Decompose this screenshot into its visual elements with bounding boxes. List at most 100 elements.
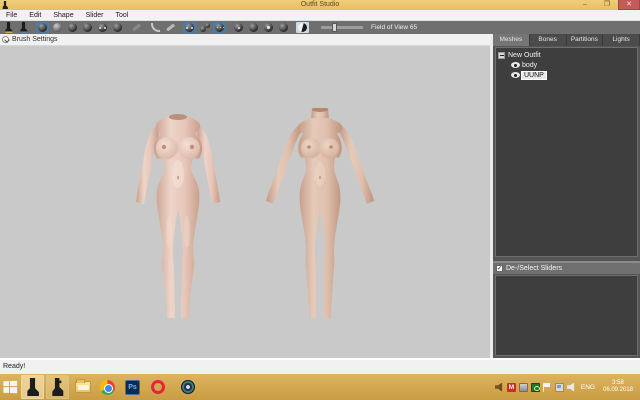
field-of-view-slider[interactable] (321, 26, 363, 29)
taskbar-app-chrome[interactable] (96, 375, 119, 399)
load-project-button[interactable] (2, 22, 15, 33)
select-sliders-label: De-/Select Sliders (506, 265, 562, 272)
volume-icon[interactable] (567, 383, 576, 392)
photoshop-icon: Ps (125, 380, 140, 395)
mesh-uunp[interactable] (260, 108, 380, 336)
menu-edit[interactable]: Edit (23, 10, 47, 21)
save-project-button[interactable] (17, 22, 30, 33)
pairs-toggle[interactable] (198, 22, 211, 33)
rotate-view-button[interactable] (149, 22, 162, 33)
move-brush-button[interactable] (96, 22, 109, 33)
restore-button[interactable]: ❐ (596, 0, 618, 10)
protractor-icon (151, 23, 160, 32)
tab-meshes[interactable]: Meshes (493, 34, 530, 46)
toolbar: Field of View 65 (0, 21, 640, 34)
eye-icon[interactable] (511, 62, 520, 68)
select-sliders-checkbox[interactable]: ✓ (496, 265, 503, 272)
inflate-brush-button[interactable] (66, 22, 79, 33)
mask-visibility-toggle[interactable] (296, 22, 309, 33)
target-icon (181, 380, 195, 394)
slider-list[interactable] (495, 275, 638, 356)
sphere-two-dots-icon (185, 23, 194, 32)
system-tray: M ENG 3:58 06.09.2018 (495, 374, 640, 400)
mask-brush-button[interactable] (51, 22, 64, 33)
tab-partitions[interactable]: Partitions (567, 34, 604, 46)
taskbar-app-circular[interactable] (176, 375, 199, 399)
circle-dot-icon (264, 23, 273, 32)
tree-item-uunp-label: UUNP (522, 72, 546, 79)
sphere-icon (249, 23, 258, 32)
weight-brush-button[interactable] (130, 22, 143, 33)
tree-item-uunp[interactable]: UUNP (498, 70, 637, 80)
fov-slider-thumb[interactable] (332, 23, 337, 32)
taskbar-app-file-explorer[interactable] (71, 375, 94, 399)
sphere-icon (279, 23, 288, 32)
minimize-button[interactable]: – (574, 0, 596, 10)
audio-icon[interactable] (495, 383, 504, 392)
two-spheres-icon (200, 23, 210, 32)
nvidia-icon[interactable] (531, 383, 540, 392)
brush-size-small-button[interactable] (232, 22, 245, 33)
m-red-icon[interactable]: M (507, 383, 516, 392)
field-of-view-label: Field of View 65 (371, 24, 417, 31)
taskbar-app-opera[interactable] (146, 375, 169, 399)
pencil-disabled-icon (132, 24, 141, 32)
brush-size-medium-button[interactable] (247, 22, 260, 33)
mesh-body[interactable] (123, 112, 233, 336)
eye-icon[interactable] (511, 72, 520, 78)
taskbar-app-bodyslide[interactable] (46, 375, 69, 399)
start-button[interactable] (0, 374, 20, 400)
sphere-icon (38, 23, 47, 32)
menu-file[interactable]: File (0, 10, 23, 21)
taskbar: Ps M ENG 3:58 06.09.2018 (0, 374, 640, 400)
smooth-brush-button[interactable] (111, 22, 124, 33)
network-icon[interactable] (555, 383, 564, 392)
brush-size-xlarge-button[interactable] (277, 22, 290, 33)
window-title: Outfit Studio (0, 0, 640, 10)
menu-slider[interactable]: Slider (80, 10, 110, 21)
panel-tabs: Meshes Bones Partitions Lights (493, 34, 640, 46)
menu-tool[interactable]: Tool (110, 10, 135, 21)
status-text: Ready! (0, 360, 640, 370)
close-button[interactable]: ✕ (618, 0, 640, 10)
sphere-light-icon (53, 23, 62, 32)
boot-icon (26, 378, 39, 396)
opera-icon (151, 380, 165, 394)
status-bar: Ready! (0, 358, 640, 374)
tab-bones[interactable]: Bones (530, 34, 567, 46)
sphere-icon (98, 23, 107, 32)
clock-date: 06.09.2018 (600, 387, 636, 394)
viewport-3d[interactable] (0, 46, 490, 358)
tree-item-body-label: body (522, 62, 537, 69)
sphere-icon (83, 23, 92, 32)
windows-logo-icon (3, 381, 17, 393)
clock[interactable]: 3:58 06.09.2018 (600, 380, 636, 394)
tree-root-row[interactable]: New Outfit (498, 50, 637, 60)
boot-yellow-icon (3, 22, 14, 33)
chrome-icon (100, 380, 115, 395)
select-tool-button[interactable] (36, 22, 49, 33)
title-bar: Outfit Studio – ❐ ✕ (0, 0, 640, 10)
options-toggle[interactable] (213, 22, 226, 33)
tree-item-body[interactable]: body (498, 60, 637, 70)
flag-icon[interactable] (543, 383, 552, 392)
brush-settings-label: Brush Settings (12, 36, 58, 43)
deflate-brush-button[interactable] (81, 22, 94, 33)
sphere-icon (113, 23, 122, 32)
pencil-icon (166, 24, 175, 32)
taskbar-app-photoshop[interactable]: Ps (121, 375, 144, 399)
utility-icon[interactable] (519, 383, 528, 392)
right-panel: Meshes Bones Partitions Lights New Outfi… (493, 34, 640, 358)
tab-lights[interactable]: Lights (603, 34, 640, 46)
taskbar-app-outfit-studio[interactable] (21, 375, 44, 399)
sphere-three-dots-icon (215, 23, 224, 32)
menu-shape[interactable]: Shape (47, 10, 79, 21)
boot-icon (51, 378, 64, 396)
edit-tool-button[interactable] (164, 22, 177, 33)
collapse-expander-icon[interactable] (498, 52, 505, 59)
meshes-tree: New Outfit body UUNP (495, 47, 638, 257)
language-indicator[interactable]: ENG (581, 384, 595, 391)
split-view-toggle[interactable] (183, 22, 196, 33)
collapse-chevron-icon[interactable] (2, 36, 9, 43)
brush-size-large-button[interactable] (262, 22, 275, 33)
